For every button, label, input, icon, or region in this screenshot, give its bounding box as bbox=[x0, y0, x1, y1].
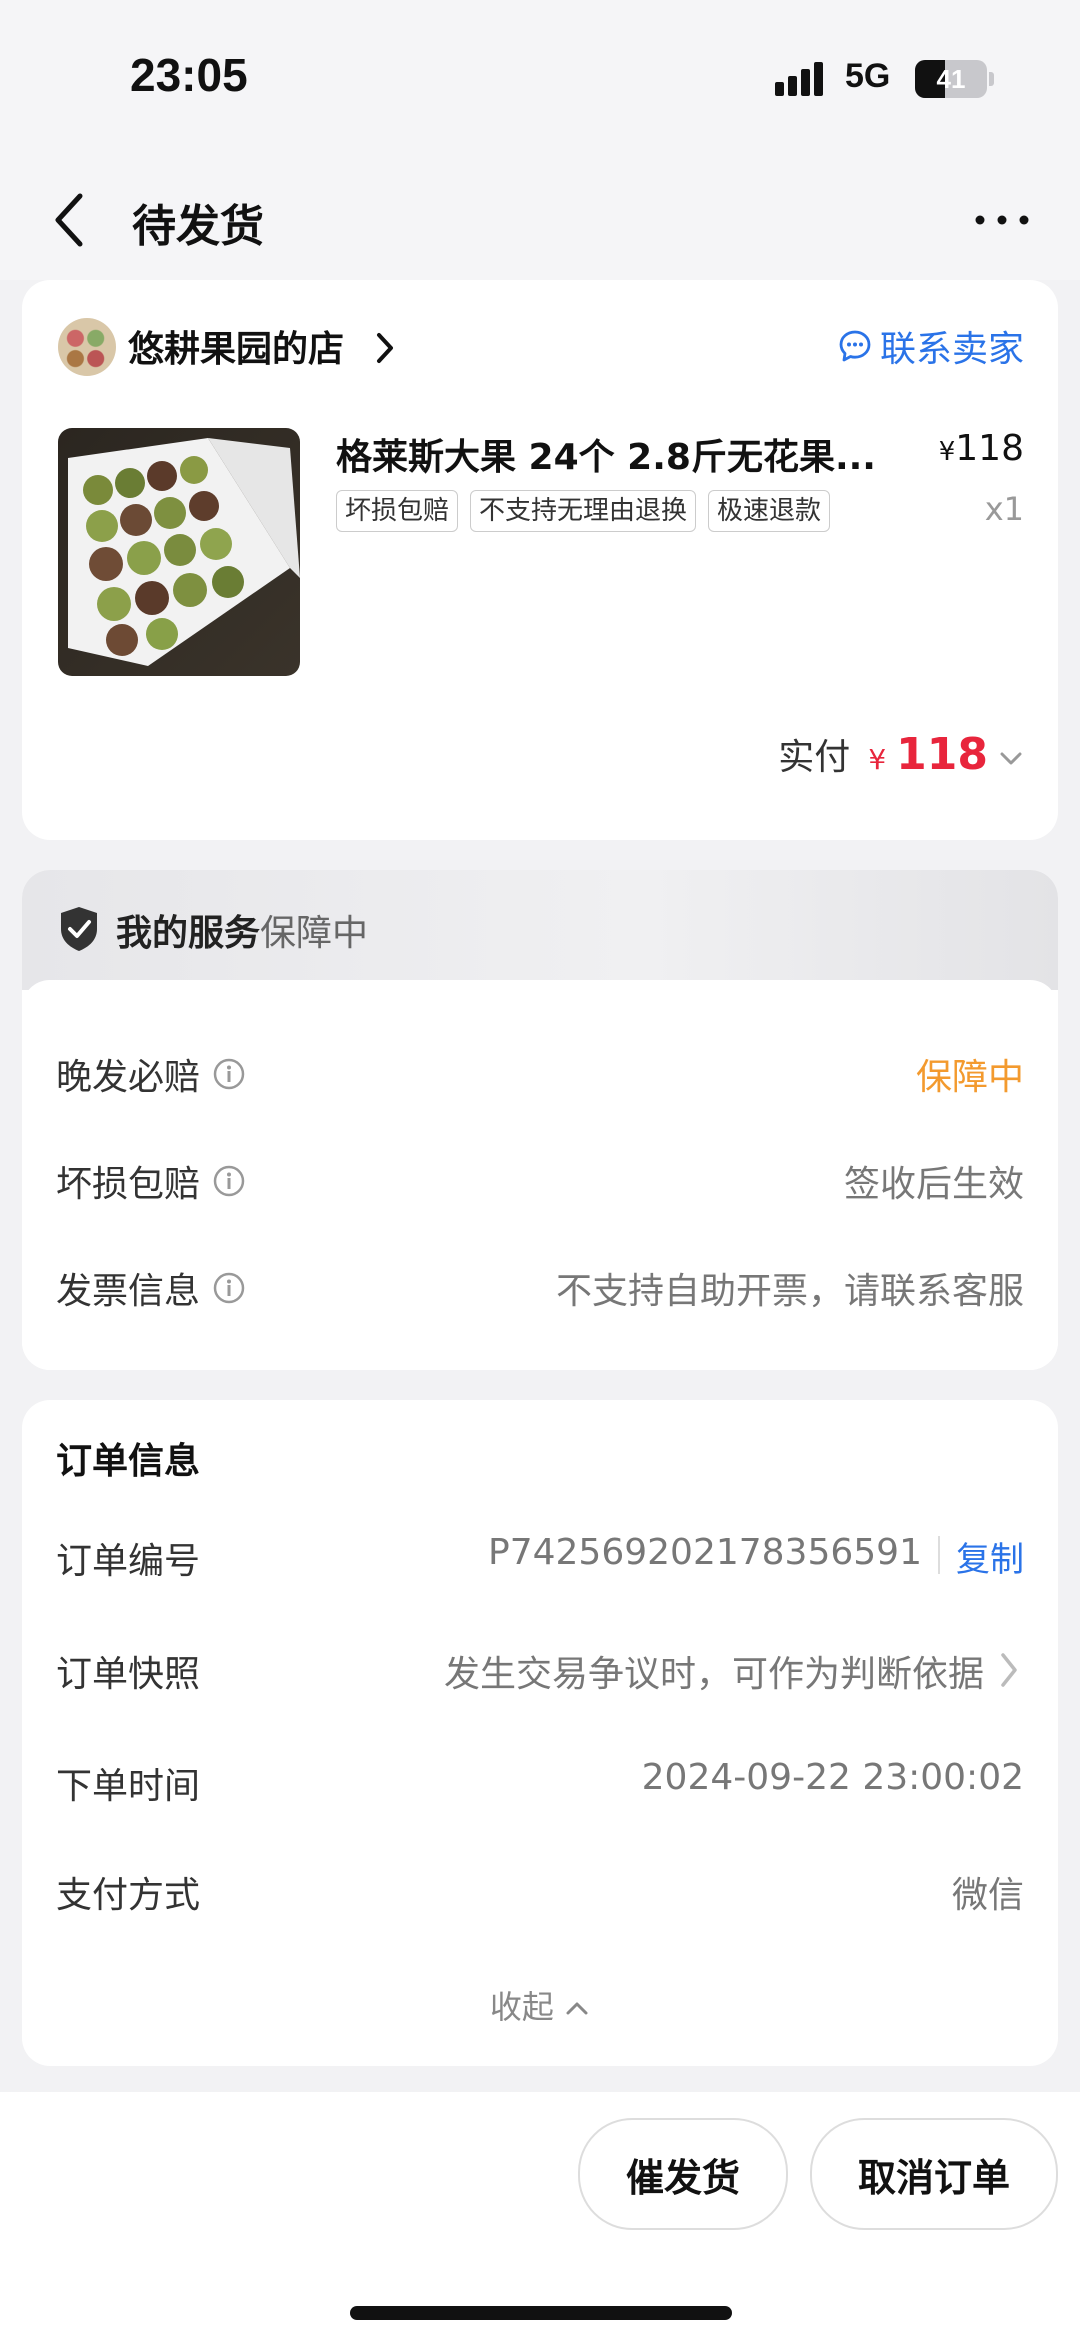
damage-value: 签收后生效 bbox=[843, 1164, 1024, 1205]
cancel-order-button[interactable]: 取消订单 bbox=[810, 2118, 1058, 2230]
order-snapshot-label[interactable]: 订单快照 bbox=[56, 1645, 200, 1697]
invoice-value: 不支持自助开票，请联系客服 bbox=[555, 1271, 1024, 1312]
order-info-card bbox=[22, 1400, 1058, 2066]
battery-label: 41 bbox=[936, 64, 966, 94]
product-quantity: x1 bbox=[984, 490, 1024, 528]
order-info-title: 订单信息 bbox=[56, 1441, 201, 1482]
product-tag: 坏损包赔 bbox=[336, 490, 459, 532]
battery-cap bbox=[989, 72, 994, 86]
more-horizontal-icon[interactable] bbox=[972, 205, 1032, 235]
product-card: 悠耕果园的店 联系卖家 格莱斯大果 24个 2.8斤无花果... ¥118 x1… bbox=[22, 280, 1058, 840]
order-number-value: P742569202178356591 bbox=[488, 1532, 922, 1573]
shop-avatar[interactable] bbox=[58, 318, 116, 376]
chevron-right-icon[interactable] bbox=[998, 1650, 1020, 1690]
home-indicator bbox=[350, 2306, 732, 2320]
info-icon[interactable] bbox=[212, 1057, 246, 1091]
collapse-button[interactable]: 收起 bbox=[0, 1982, 1080, 2028]
network-label: 5G bbox=[845, 57, 891, 95]
product-tags: 坏损包赔 不支持无理由退换 极速退款 bbox=[336, 490, 831, 532]
paid-label: 实付 bbox=[778, 737, 851, 778]
payment-method-label: 支付方式 bbox=[56, 1875, 201, 1916]
price-symbol: ¥ bbox=[938, 437, 956, 467]
copy-divider bbox=[938, 1536, 940, 1574]
service-row-label: 坏损包赔 bbox=[56, 1155, 246, 1207]
product-image[interactable] bbox=[58, 428, 300, 676]
chat-icon bbox=[839, 330, 871, 362]
collapse-label: 收起 bbox=[489, 1988, 554, 2026]
contact-seller-button[interactable]: 联系卖家 bbox=[838, 320, 1024, 372]
chevron-right-icon[interactable] bbox=[374, 330, 396, 366]
contact-seller-label: 联系卖家 bbox=[879, 329, 1024, 370]
signal-icon bbox=[775, 62, 823, 96]
price-value: 118 bbox=[955, 428, 1024, 469]
shop-name[interactable]: 悠耕果园的店 bbox=[128, 320, 344, 372]
invoice-label: 发票信息 bbox=[56, 1271, 201, 1312]
status-time: 23:05 bbox=[130, 49, 248, 101]
page-title: 待发货 bbox=[132, 201, 264, 252]
service-status: 保障中 bbox=[260, 913, 369, 954]
product-tag: 不支持无理由退换 bbox=[470, 490, 697, 532]
info-icon[interactable] bbox=[212, 1164, 246, 1198]
order-time-label: 下单时间 bbox=[56, 1766, 201, 1807]
shield-check-icon bbox=[61, 907, 97, 951]
paid-amount: 118 bbox=[896, 729, 988, 780]
chevron-up-icon bbox=[566, 2002, 588, 2015]
service-row-label: 晚发必赔 bbox=[56, 1048, 246, 1100]
product-tag: 极速退款 bbox=[708, 490, 831, 532]
battery-icon: 41 bbox=[915, 60, 987, 98]
payment-method-value: 微信 bbox=[951, 1875, 1024, 1916]
product-title[interactable]: 格莱斯大果 24个 2.8斤无花果... bbox=[336, 428, 916, 480]
service-title: 我的服务保障中 bbox=[116, 904, 368, 956]
info-icon[interactable] bbox=[212, 1271, 246, 1305]
copy-button[interactable]: 复制 bbox=[956, 1532, 1024, 1581]
paid-amount-row[interactable]: 实付 ¥ 118 bbox=[778, 728, 1024, 780]
late-ship-label: 晚发必赔 bbox=[56, 1057, 201, 1098]
order-time-value: 2024-09-22 23:00:02 bbox=[641, 1757, 1024, 1798]
chevron-left-icon[interactable] bbox=[50, 190, 90, 250]
paid-currency: ¥ bbox=[868, 743, 887, 776]
fig-tray-image bbox=[68, 438, 300, 666]
damage-label: 坏损包赔 bbox=[56, 1164, 201, 1205]
late-ship-value: 保障中 bbox=[915, 1057, 1024, 1098]
service-row-label: 发票信息 bbox=[56, 1262, 246, 1314]
urge-shipment-button[interactable]: 催发货 bbox=[578, 2118, 788, 2230]
service-title-label: 我的服务 bbox=[116, 913, 261, 954]
order-snapshot-value[interactable]: 发生交易争议时，可作为判断依据 bbox=[444, 1645, 984, 1697]
order-number-label: 订单编号 bbox=[56, 1541, 201, 1582]
chevron-down-icon bbox=[1000, 752, 1022, 765]
product-price: ¥118 bbox=[939, 428, 1024, 469]
